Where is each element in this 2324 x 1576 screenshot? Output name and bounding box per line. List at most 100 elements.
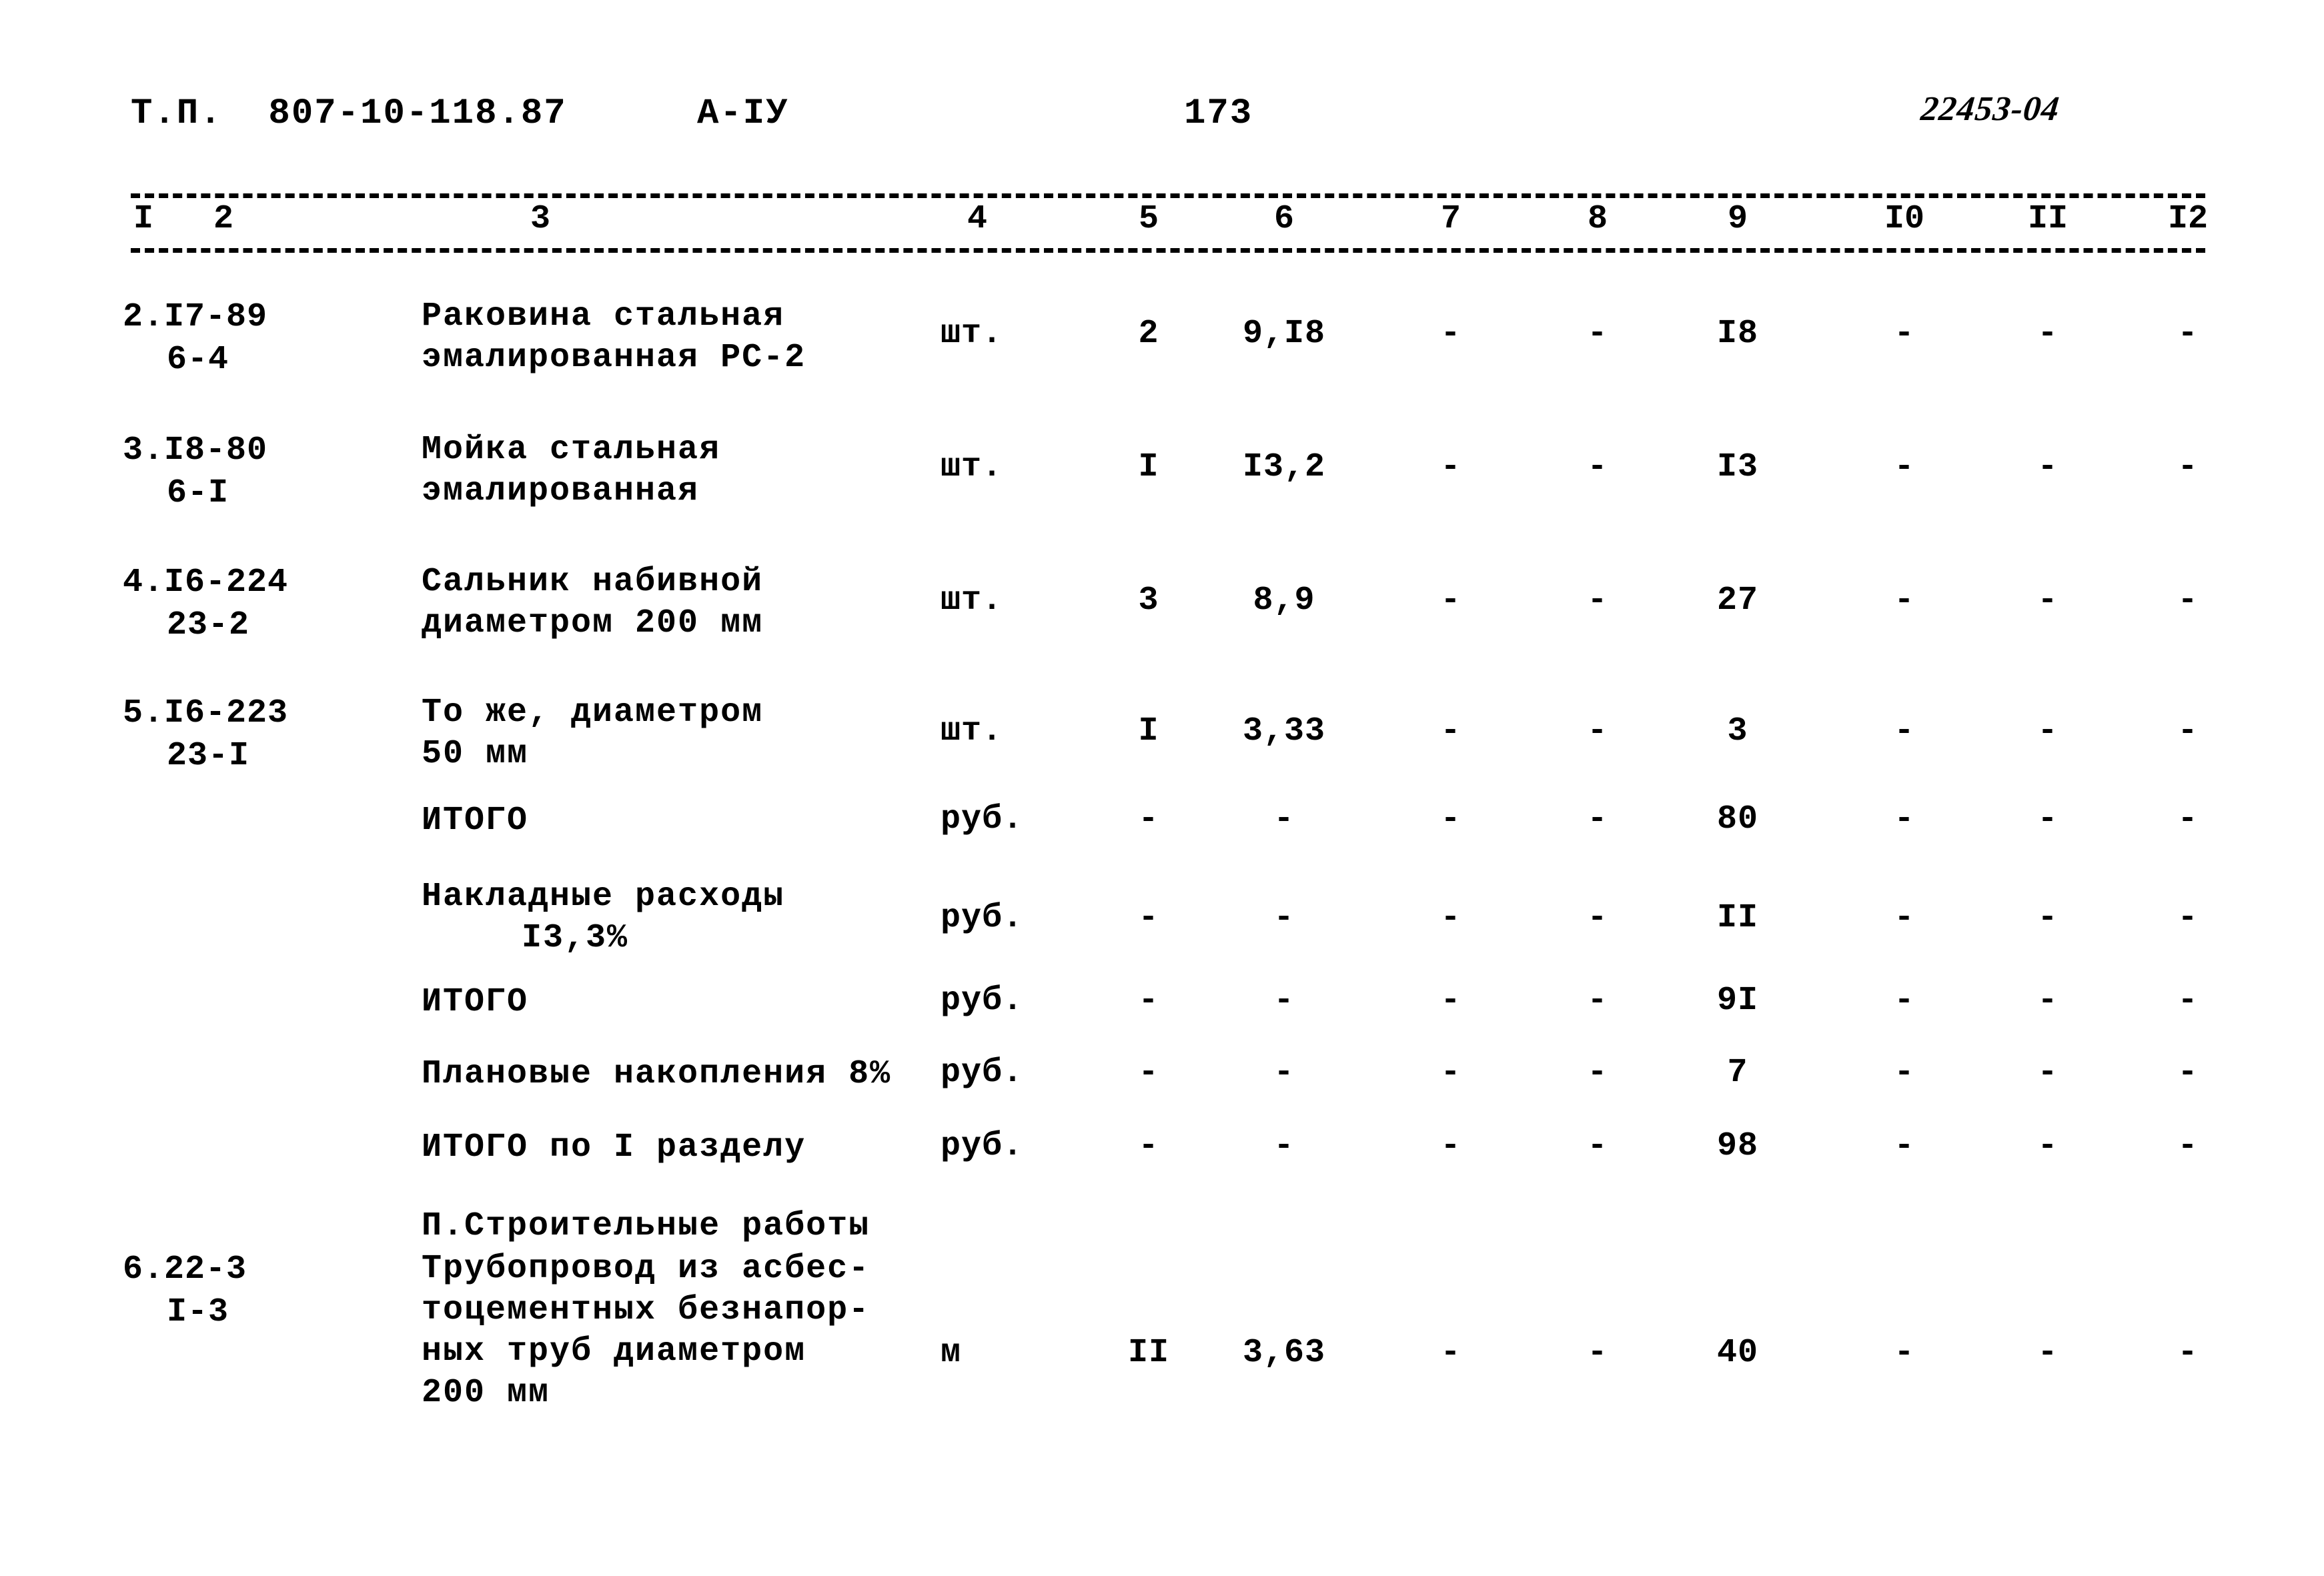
- row-value-col-9: 9I: [1716, 982, 1758, 1020]
- row-description-line: Накладные расходы: [422, 878, 785, 916]
- row-value-col-6: 3,33: [1242, 712, 1326, 750]
- row-value-col-12: -: [2177, 800, 2199, 838]
- row-description-cell: П.Строительные работы: [422, 1206, 942, 1247]
- row-unit-cell: руб.: [941, 982, 1024, 1020]
- row-code-secondary: 23-2: [167, 606, 250, 644]
- row-value-col-12: -: [2177, 448, 2199, 486]
- row-value-col-8: -: [1587, 582, 1608, 620]
- row-code-primary: 6.22-3: [123, 1251, 247, 1289]
- row-description-cell: Сальник набивной диаметром 200 мм: [422, 562, 942, 644]
- row-description-line: ИТОГО: [422, 983, 529, 1021]
- row-unit-cell: шт.: [941, 582, 1003, 620]
- row-code-secondary: I-3: [167, 1293, 229, 1331]
- row-description-line: I3,3%: [522, 919, 629, 957]
- scanned-estimate-page: Т.П. 807-10-118.87 А-IУ 173 22453-04 I23…: [0, 0, 2324, 1576]
- row-value-col-11: -: [2037, 712, 2059, 750]
- row-description-line: Мойка стальная: [422, 431, 721, 469]
- row-value-col-10: -: [1894, 712, 1915, 750]
- row-value-col-10: -: [1894, 1127, 1915, 1165]
- row-value-col-5: II: [1127, 1334, 1169, 1372]
- row-code-secondary: 6-4: [167, 341, 229, 379]
- row-value-col-7: -: [1440, 712, 1462, 750]
- row-value-col-10: -: [1894, 448, 1915, 486]
- row-value-col-5: -: [1138, 1054, 1159, 1092]
- row-value-col-9: 27: [1716, 582, 1758, 620]
- row-value-col-7: -: [1440, 800, 1462, 838]
- row-value-col-7: -: [1440, 582, 1462, 620]
- row-description-line: То же, диаметром: [422, 694, 764, 732]
- row-code-primary: 5.I6-223: [123, 694, 289, 732]
- row-value-col-11: -: [2037, 315, 2059, 353]
- row-description-line: диаметром 200 мм: [422, 604, 764, 642]
- row-code-primary: 3.I8-80: [123, 432, 268, 470]
- row-code-cell: 5.I6-223 23-I: [100, 692, 387, 778]
- row-value-col-10: -: [1894, 582, 1915, 620]
- row-value-col-11: -: [2037, 1334, 2059, 1372]
- row-value-col-12: -: [2177, 1334, 2199, 1372]
- row-value-col-6: -: [1273, 899, 1295, 937]
- row-value-col-10: -: [1894, 1054, 1915, 1092]
- row-value-col-6: -: [1273, 982, 1295, 1020]
- row-value-col-7: -: [1440, 315, 1462, 353]
- row-value-col-11: -: [2037, 1127, 2059, 1165]
- row-value-col-9: 80: [1716, 800, 1758, 838]
- row-value-col-5: -: [1138, 982, 1159, 1020]
- row-value-col-8: -: [1587, 712, 1608, 750]
- row-value-col-12: -: [2177, 899, 2199, 937]
- row-unit-cell: руб.: [941, 1054, 1024, 1092]
- row-description-cell: Мойка стальная эмалированная: [422, 430, 942, 512]
- row-description-line: Трубопровод из асбес-: [422, 1250, 870, 1288]
- row-description-cell: ИТОГО: [422, 800, 942, 842]
- row-value-col-8: -: [1587, 315, 1608, 353]
- row-description-cell: Плановые накопления 8%: [422, 1054, 942, 1095]
- row-value-col-11: -: [2037, 448, 2059, 486]
- row-value-col-7: -: [1440, 982, 1462, 1020]
- row-description-cell: ИТОГО по I разделу: [422, 1127, 942, 1168]
- row-value-col-6: 9,I8: [1242, 315, 1326, 353]
- row-value-col-9: 98: [1716, 1127, 1758, 1165]
- row-unit-cell: руб.: [941, 800, 1024, 838]
- row-value-col-8: -: [1587, 448, 1608, 486]
- row-value-col-6: -: [1273, 1054, 1295, 1092]
- row-unit-cell: м: [941, 1334, 962, 1372]
- row-value-col-9: 3: [1727, 712, 1748, 750]
- row-unit-cell: шт.: [941, 448, 1003, 486]
- row-value-col-12: -: [2177, 982, 2199, 1020]
- row-value-col-6: -: [1273, 1127, 1295, 1165]
- row-value-col-6: I3,2: [1242, 448, 1326, 486]
- row-description-cell: Накладные расходы I3,3%: [422, 876, 942, 959]
- row-code-cell: 6.22-3 I-3: [100, 1249, 387, 1334]
- row-value-col-5: I: [1138, 448, 1159, 486]
- row-description-cell: То же, диаметром 50 мм: [422, 692, 942, 775]
- row-value-col-10: -: [1894, 315, 1915, 353]
- row-value-col-10: -: [1894, 899, 1915, 937]
- row-code-secondary: 23-I: [167, 737, 250, 775]
- row-unit-cell: руб.: [941, 899, 1024, 937]
- row-unit-cell: руб.: [941, 1127, 1024, 1165]
- row-code-cell: 4.I6-224 23-2: [100, 562, 387, 647]
- row-value-col-5: -: [1138, 899, 1159, 937]
- row-value-col-9: 40: [1716, 1334, 1758, 1372]
- row-value-col-6: 8,9: [1253, 582, 1315, 620]
- row-code-secondary: 6-I: [167, 474, 229, 512]
- row-value-col-10: -: [1894, 982, 1915, 1020]
- row-code-primary: 2.I7-89: [123, 298, 268, 336]
- row-value-col-12: -: [2177, 1127, 2199, 1165]
- row-value-col-8: -: [1587, 899, 1608, 937]
- row-value-col-8: -: [1587, 1127, 1608, 1165]
- row-description-line: эмалированная РС-2: [422, 339, 806, 377]
- row-description-line: 50 мм: [422, 735, 529, 773]
- row-value-col-5: 2: [1138, 315, 1159, 353]
- row-value-col-7: -: [1440, 448, 1462, 486]
- row-description-line: Плановые накопления 8%: [422, 1055, 892, 1093]
- row-value-col-9: I3: [1716, 448, 1758, 486]
- row-description-line: ИТОГО по I разделу: [422, 1128, 806, 1166]
- row-value-col-8: -: [1587, 982, 1608, 1020]
- row-value-col-7: -: [1440, 1054, 1462, 1092]
- row-code-cell: 3.I8-80 6-I: [100, 430, 387, 515]
- row-description-cell: Трубопровод из асбес-тоцементных безнапо…: [422, 1249, 942, 1414]
- row-value-col-6: 3,63: [1242, 1334, 1326, 1372]
- row-value-col-8: -: [1587, 1054, 1608, 1092]
- row-value-col-11: -: [2037, 982, 2059, 1020]
- row-value-col-12: -: [2177, 712, 2199, 750]
